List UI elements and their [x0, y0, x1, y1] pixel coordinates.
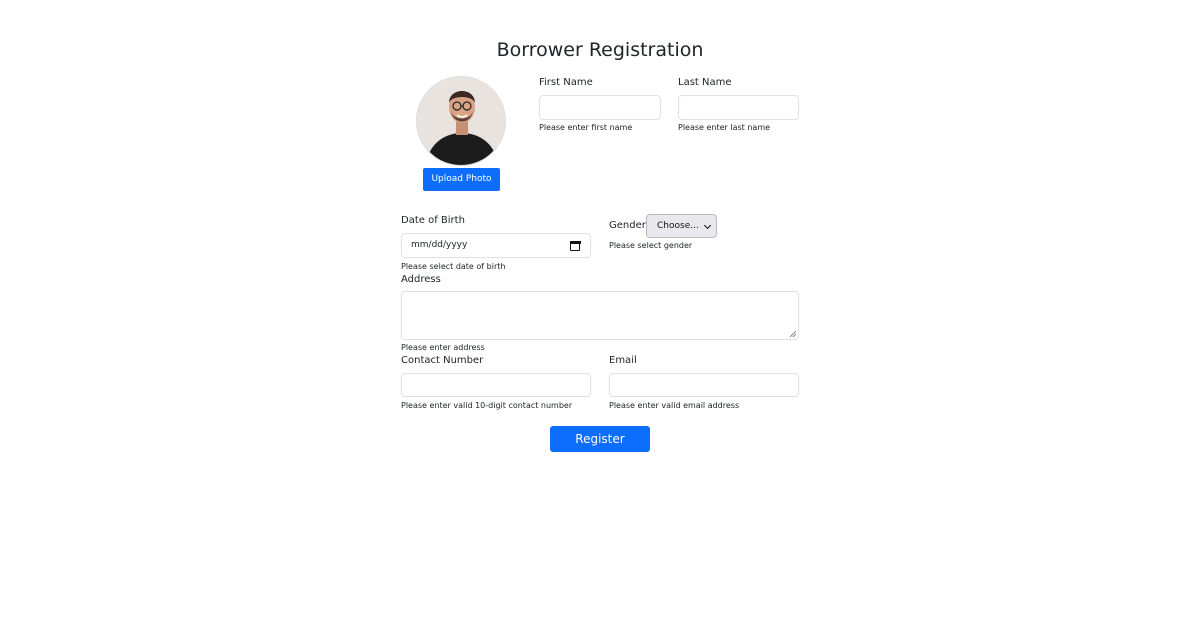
dob-placeholder: mm/dd/yyyy: [411, 240, 468, 250]
email-label: Email: [609, 355, 637, 366]
dob-input[interactable]: mm/dd/yyyy: [401, 233, 591, 258]
gender-hint: Please select gender: [609, 241, 693, 250]
gender-select[interactable]: Choose...: [646, 214, 717, 238]
first-name-hint: Please enter first name: [539, 123, 633, 132]
chevron-down-icon: [703, 221, 712, 230]
last-name-hint: Please enter last name: [678, 123, 771, 132]
dob-hint: Please select date of birth: [401, 262, 506, 271]
register-button[interactable]: Register: [550, 426, 650, 452]
email-input[interactable]: [609, 373, 799, 397]
last-name-label: Last Name: [678, 77, 732, 88]
person-avatar-icon: [417, 77, 505, 165]
address-label: Address: [401, 274, 441, 285]
profile-photo: [416, 76, 506, 166]
email-hint: Please enter valid email address: [609, 401, 740, 410]
address-textarea[interactable]: [401, 291, 799, 340]
contact-label: Contact Number: [401, 355, 484, 366]
page-title: Borrower Registration: [496, 39, 704, 61]
dob-label: Date of Birth: [401, 215, 465, 226]
gender-label: Gender: [609, 220, 646, 231]
first-name-label: First Name: [539, 77, 593, 88]
contact-hint: Please enter valid 10-digit contact numb…: [401, 401, 573, 410]
first-name-input[interactable]: [539, 95, 661, 120]
resize-handle-icon[interactable]: [790, 331, 796, 337]
address-hint: Please enter address: [401, 343, 485, 352]
last-name-input[interactable]: [678, 95, 799, 120]
calendar-icon[interactable]: [569, 240, 581, 251]
gender-selected-value: Choose...: [657, 221, 699, 231]
contact-input[interactable]: [401, 373, 591, 397]
upload-photo-button[interactable]: Upload Photo: [423, 168, 500, 191]
